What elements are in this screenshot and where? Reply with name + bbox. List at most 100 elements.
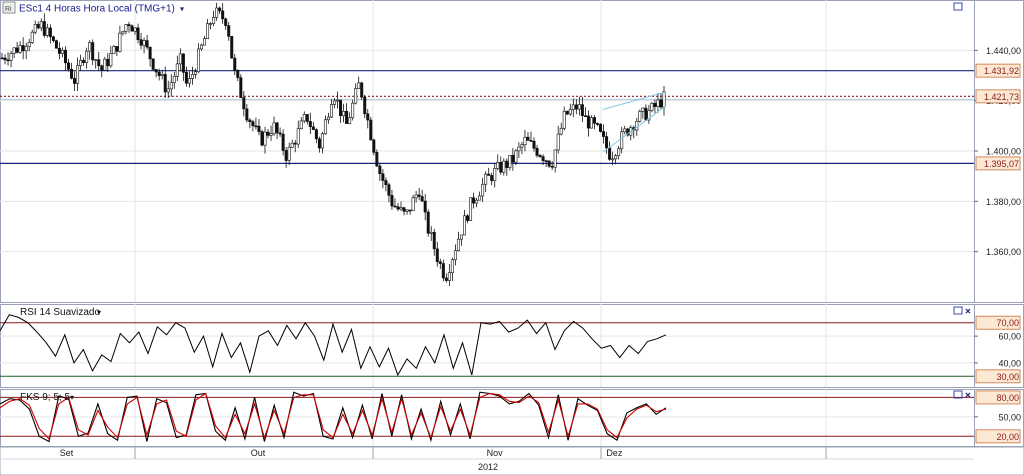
- candle: [481, 183, 485, 197]
- candle: [393, 205, 397, 208]
- candle: [163, 74, 167, 93]
- x-tick-label: Dez: [606, 448, 623, 458]
- candle: [48, 27, 52, 38]
- candle: [541, 156, 545, 161]
- candle: [592, 117, 596, 124]
- close-icon[interactable]: ×: [965, 391, 971, 402]
- candle: [145, 40, 149, 48]
- y-tick-label: 1.360,00: [986, 247, 1021, 257]
- candle: [254, 125, 258, 128]
- price-label: 80,00: [996, 393, 1019, 403]
- candle: [414, 194, 418, 199]
- chevron-down-icon[interactable]: ▾: [180, 5, 184, 14]
- candle: [212, 17, 216, 24]
- candle: [553, 149, 557, 168]
- candle: [444, 277, 448, 281]
- candle: [269, 133, 273, 136]
- candle: [206, 23, 210, 40]
- candle: [478, 195, 482, 201]
- candle: [547, 160, 551, 167]
- candle: [565, 110, 569, 115]
- chevron-down-icon[interactable]: ▾: [70, 393, 74, 402]
- price-label: 1.431,92: [984, 66, 1019, 76]
- candle: [18, 45, 22, 53]
- candle: [121, 31, 125, 34]
- candle: [133, 27, 137, 32]
- y-tick-label: 1.440,00: [986, 46, 1021, 56]
- candle: [257, 125, 261, 132]
- candle: [311, 126, 315, 130]
- candle: [580, 104, 584, 117]
- candle: [602, 131, 606, 137]
- price-label: 20,00: [996, 432, 1019, 442]
- candle: [70, 68, 74, 79]
- candle: [390, 195, 394, 207]
- candle: [650, 102, 654, 111]
- candle: [408, 209, 412, 212]
- candle: [508, 155, 512, 168]
- price-panel-title[interactable]: Ri ESc1 4 Horas Hora Local (TMG+1) ▾: [2, 1, 184, 15]
- candle: [115, 46, 119, 52]
- price-label: 1.421,73: [984, 92, 1019, 102]
- close-icon[interactable]: ×: [965, 307, 971, 318]
- candle: [623, 128, 627, 133]
- candle: [466, 215, 470, 221]
- candle: [6, 59, 10, 62]
- candle: [475, 199, 479, 204]
- candle: [118, 32, 122, 52]
- candle: [0, 57, 4, 60]
- candle: [514, 150, 518, 163]
- candle: [221, 10, 225, 20]
- candle: [51, 36, 55, 41]
- chevron-down-icon[interactable]: ▾: [97, 308, 101, 317]
- candle: [447, 272, 451, 281]
- candle: [556, 133, 560, 151]
- candle: [456, 238, 460, 251]
- rsi-panel-title[interactable]: RSI 14 Suavizado: [20, 307, 100, 318]
- candle: [441, 263, 445, 279]
- candle: [496, 161, 500, 169]
- candle: [166, 88, 170, 93]
- candle: [423, 200, 427, 213]
- candle: [438, 261, 442, 264]
- candle: [577, 104, 581, 110]
- candle: [24, 46, 28, 52]
- candle: [260, 131, 264, 146]
- candle: [275, 122, 279, 134]
- candle: [157, 71, 161, 77]
- candle: [381, 173, 385, 181]
- candle: [435, 248, 439, 263]
- candle: [429, 231, 433, 234]
- candle: [544, 160, 548, 162]
- candle: [538, 155, 542, 157]
- candle: [230, 36, 234, 59]
- candle: [459, 234, 463, 240]
- year-label: 2012: [478, 462, 498, 472]
- candle: [586, 115, 590, 129]
- candle: [323, 119, 327, 135]
- candle: [299, 120, 303, 130]
- candle: [178, 53, 182, 65]
- candle: [453, 250, 457, 261]
- candle: [505, 160, 509, 168]
- candle: [333, 100, 337, 105]
- candle: [63, 49, 67, 64]
- candle: [550, 165, 554, 168]
- candle: [336, 99, 340, 102]
- candle: [589, 117, 593, 129]
- candle: [130, 25, 134, 32]
- candle: [94, 59, 98, 61]
- candle: [251, 121, 255, 127]
- candle: [287, 146, 291, 161]
- candle: [308, 121, 312, 128]
- stochastic-panel-title[interactable]: FKS 9; 5; 5: [20, 392, 70, 403]
- candle: [317, 138, 321, 149]
- candle: [638, 111, 642, 122]
- candle: [36, 24, 40, 29]
- candle: [659, 99, 663, 108]
- candle: [372, 139, 376, 153]
- candle: [644, 107, 648, 121]
- candle: [499, 161, 503, 173]
- candle: [54, 40, 58, 49]
- candle: [284, 150, 288, 161]
